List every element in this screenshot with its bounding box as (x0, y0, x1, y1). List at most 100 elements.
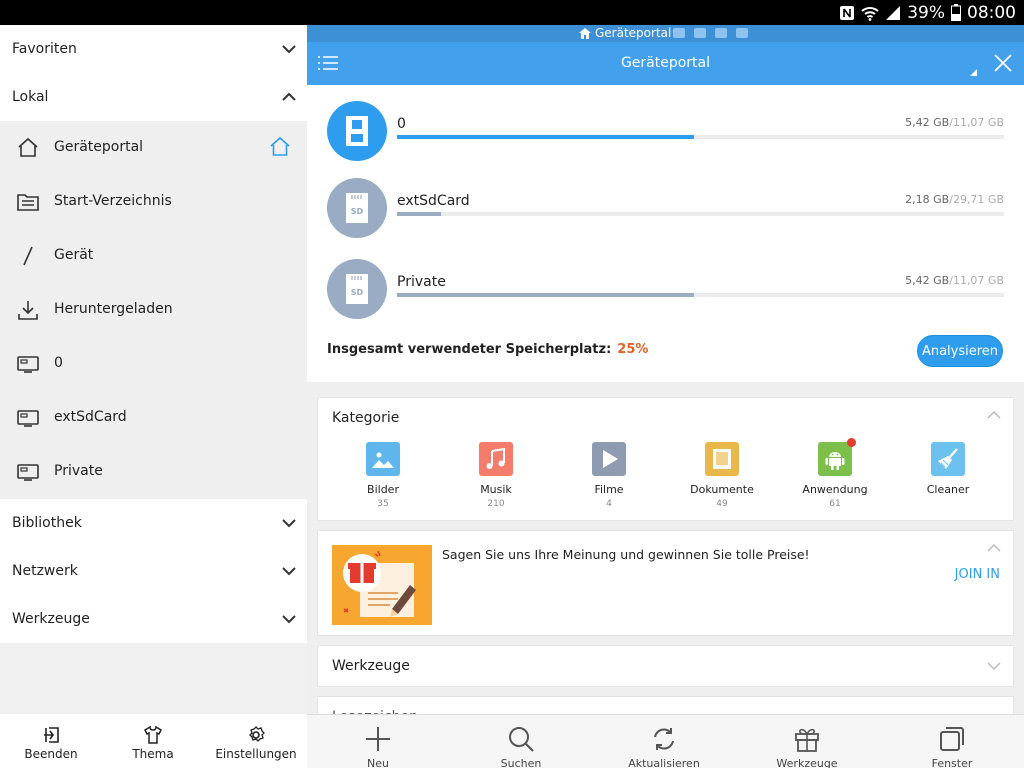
sidebar-item-geraet[interactable]: Gerät (0, 229, 307, 283)
sdcard-icon: SD (346, 274, 368, 304)
shirt-icon (144, 725, 162, 744)
refresh-icon (654, 728, 674, 750)
section-bibliothek[interactable]: Bibliothek (0, 499, 307, 547)
local-list: Geräteportal Start-Verzeichnis Gerät Her… (0, 121, 307, 499)
wifi-icon (861, 6, 879, 21)
close-icon[interactable] (993, 53, 1013, 73)
refresh-button[interactable]: Aktualisieren (614, 715, 714, 768)
windows-button[interactable]: Fenster (902, 715, 1002, 768)
battery-percent: 39% (907, 2, 945, 23)
signal-icon (886, 5, 901, 20)
window-tab-label: Geräteportal (595, 26, 672, 40)
resize-corner-icon[interactable] (970, 69, 977, 76)
storage-progress-fill (397, 293, 695, 297)
sdcard-icon (346, 116, 368, 146)
tools-label: Werkzeuge (776, 757, 838, 768)
broom-icon (931, 442, 965, 476)
windows-icon (940, 727, 964, 751)
category-name: Dokumente (690, 483, 754, 496)
nfc-icon (840, 5, 855, 20)
tools-button[interactable]: Werkzeuge (757, 715, 857, 768)
exit-label: Beenden (24, 747, 78, 761)
sidebar-item-private[interactable]: Private (0, 445, 307, 499)
drawer-bottom-bar: Beenden Thema Einstellungen (0, 714, 307, 768)
storage-used: 5,42 GB (905, 116, 950, 129)
join-in-button[interactable]: JOIN IN (955, 567, 1000, 582)
section-favoriten[interactable]: Favoriten (0, 25, 307, 73)
tools-card[interactable]: Werkzeuge (317, 645, 1014, 687)
analyze-button[interactable]: Analysieren (917, 335, 1003, 367)
storage-row-private[interactable]: SD Private 5,42 GB/11,07 GB (327, 259, 1004, 319)
home-icon (18, 137, 38, 157)
download-icon (18, 301, 38, 320)
sidebar-item-label: Geräteportal (54, 139, 144, 155)
category-card: Kategorie Bilder 35 Musik 210 Filme 4 Do… (317, 397, 1014, 521)
search-label: Suchen (500, 757, 542, 768)
play-icon (592, 442, 626, 476)
section-label: Netzwerk (12, 563, 78, 579)
music-icon (479, 442, 513, 476)
section-label: Favoriten (12, 41, 77, 57)
exit-button[interactable]: Beenden (12, 714, 90, 768)
storage-name: 0 (397, 116, 406, 132)
search-button[interactable]: Suchen (471, 715, 571, 768)
sidebar-item-heruntergeladen[interactable]: Heruntergeladen (0, 283, 307, 337)
category-name: Musik (480, 483, 512, 496)
promo-card[interactable]: Sagen Sie uns Ihre Meinung und gewinnen … (317, 530, 1014, 636)
storage-row-extsdcard[interactable]: SD extSdCard 2,18 GB/29,71 GB (327, 178, 1004, 238)
sidebar-item-start-verzeichnis[interactable]: Start-Verzeichnis (0, 175, 307, 229)
storage-progress (397, 293, 1004, 297)
gear-icon (249, 726, 265, 742)
chevron-up-icon (282, 92, 296, 101)
section-netzwerk[interactable]: Netzwerk (0, 547, 307, 595)
main-panel: Geräteportal Geräteportal 0 5,42 GB/11,0… (307, 25, 1024, 768)
storage-used: 5,42 GB (905, 274, 950, 287)
category-musik[interactable]: Musik 210 (441, 442, 551, 509)
storage-size: 5,42 GB/11,07 GB (905, 274, 1004, 287)
storage-progress (397, 135, 1004, 139)
sidebar-item-label: extSdCard (54, 409, 127, 425)
settings-button[interactable]: Einstellungen (210, 714, 302, 768)
storage-progress (397, 212, 1004, 216)
navigation-drawer: Favoriten Lokal Geräteportal Start-Verze… (0, 25, 307, 768)
exit-icon (44, 727, 59, 743)
section-label: Werkzeuge (12, 611, 90, 627)
chevron-down-icon (282, 45, 296, 54)
category-cleaner[interactable]: Cleaner (893, 442, 1003, 499)
category-anwendung[interactable]: Anwendung 61 (780, 438, 890, 509)
category-bilder[interactable]: Bilder 35 (328, 442, 438, 509)
storage-size: 5,42 GB/11,07 GB (905, 116, 1004, 129)
category-dokumente[interactable]: Dokumente 49 (667, 442, 777, 509)
storage-icon (17, 356, 39, 373)
sidebar-item-label: 0 (54, 355, 63, 371)
svg-text:SD: SD (351, 288, 364, 297)
new-button[interactable]: Neu (328, 715, 428, 768)
bottom-toolbar: Neu Suchen Aktualisieren Werkzeuge Fenst… (307, 714, 1024, 768)
notification-dot (847, 438, 856, 447)
sidebar-item-label: Gerät (54, 247, 94, 263)
storage-circle (327, 101, 387, 161)
section-werkzeuge[interactable]: Werkzeuge (0, 595, 307, 643)
sidebar-item-extsdcard[interactable]: extSdCard (0, 391, 307, 445)
chevron-down-icon[interactable] (987, 661, 1001, 671)
window-tab[interactable]: Geräteportal (579, 26, 671, 40)
clock: 08:00 (967, 2, 1016, 23)
section-lokal[interactable]: Lokal (0, 73, 307, 121)
chevron-down-icon (282, 567, 296, 576)
sidebar-item-geraeteportal[interactable]: Geräteportal (0, 121, 307, 175)
category-filme[interactable]: Filme 4 (554, 442, 664, 509)
storage-row-0[interactable]: 0 5,42 GB/11,07 GB (327, 101, 1004, 161)
section-label: Bibliothek (12, 515, 82, 531)
theme-button[interactable]: Thema (114, 714, 192, 768)
chevron-down-icon (282, 615, 296, 624)
theme-label: Thema (132, 747, 174, 761)
storage-icon (17, 464, 39, 481)
sidebar-item-0[interactable]: 0 (0, 337, 307, 391)
category-name: Bilder (367, 483, 399, 496)
chevron-up-icon[interactable] (987, 543, 1001, 553)
home-icon[interactable] (269, 136, 291, 158)
slash-icon (23, 246, 33, 266)
chevron-up-icon[interactable] (987, 410, 1001, 420)
category-title: Kategorie (332, 410, 400, 426)
section-label: Lokal (12, 89, 49, 105)
